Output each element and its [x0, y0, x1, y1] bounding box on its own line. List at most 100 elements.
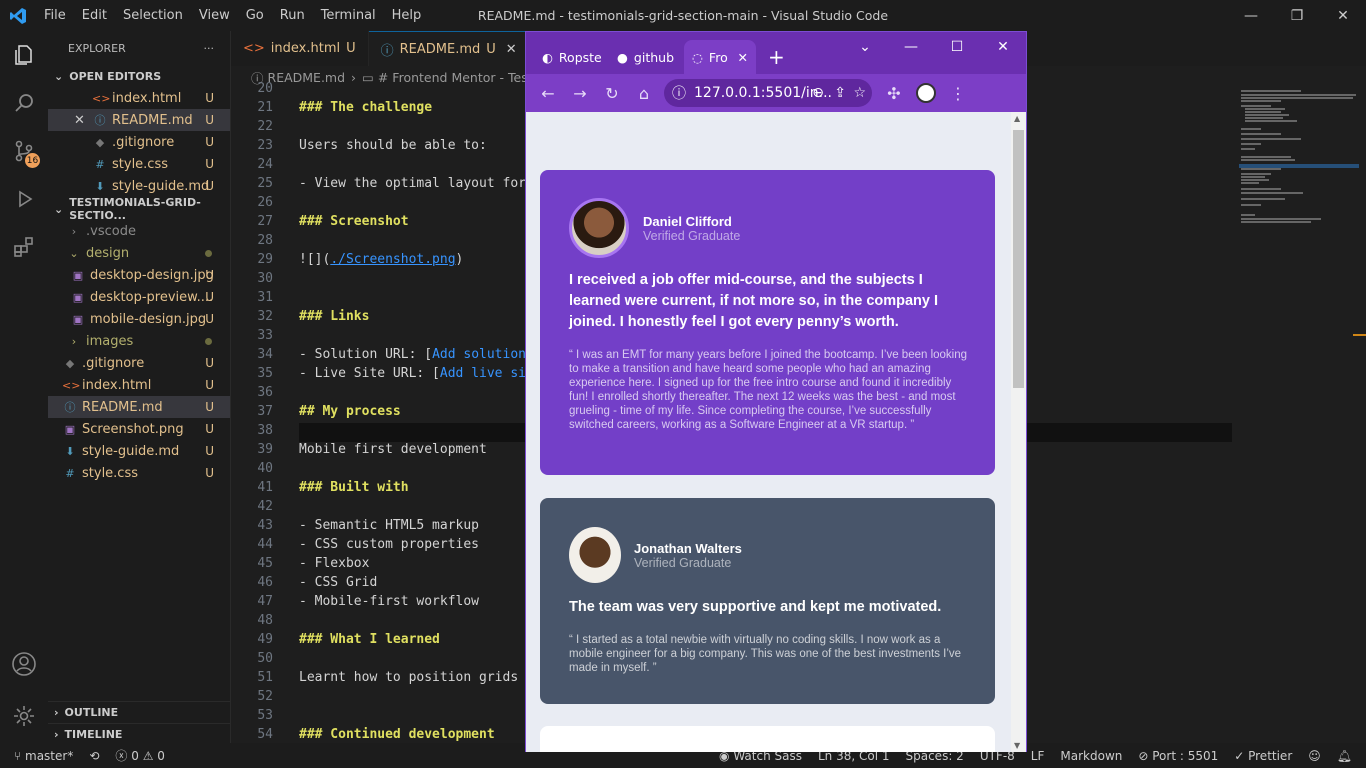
tree-file[interactable]: # style.css U: [48, 462, 230, 484]
site-info-icon[interactable]: ⓘ: [672, 83, 686, 103]
profile-avatar[interactable]: [910, 77, 942, 109]
close-editor-icon[interactable]: ✕: [74, 113, 92, 128]
end-of-line[interactable]: LF: [1023, 749, 1053, 763]
open-editor-item-active[interactable]: ✕ ⓘ README.md U: [48, 109, 230, 131]
tree-file[interactable]: ▣ Screenshot.png U: [48, 418, 230, 440]
open-editor-item[interactable]: ⬇ style-guide.md U: [48, 175, 230, 197]
tree-file[interactable]: ▣ mobile-design.jpg U: [48, 308, 230, 330]
menu-help[interactable]: Help: [384, 8, 430, 23]
notifications-bell-icon[interactable]: 🔔︎: [1329, 749, 1366, 763]
bookmark-star-icon[interactable]: ☆: [853, 85, 866, 101]
reload-icon[interactable]: ↻: [596, 77, 628, 109]
tree-folder[interactable]: › images: [48, 330, 230, 352]
line-number: 35: [257, 366, 273, 381]
tree-file[interactable]: ◆ .gitignore U: [48, 352, 230, 374]
menu-edit[interactable]: Edit: [74, 8, 115, 23]
sync-icon[interactable]: ⟲: [81, 749, 107, 763]
tab-status: U: [346, 41, 356, 56]
scroll-up-arrow-icon[interactable]: ▲: [1014, 114, 1020, 123]
restore-icon[interactable]: ❐: [1274, 0, 1320, 31]
minimap[interactable]: [1239, 88, 1361, 238]
author-name: Daniel Clifford: [643, 213, 732, 229]
search-icon[interactable]: [0, 79, 48, 127]
code-line: - Live Site URL: [Add live sit: [299, 366, 534, 381]
outline-section[interactable]: › OUTLINE: [48, 701, 230, 723]
markdown-file-icon: ⬇: [65, 444, 75, 458]
git-status: U: [205, 400, 214, 414]
menu-go[interactable]: Go: [238, 8, 272, 23]
close-tab-icon[interactable]: ✕: [506, 42, 517, 57]
home-icon[interactable]: ⌂: [628, 77, 660, 109]
extensions-puzzle-icon[interactable]: ✣: [878, 77, 910, 109]
address-bar[interactable]: ⓘ 127.0.0.1:5501/in... ⊖ ⇪ ☆: [664, 79, 872, 107]
back-arrow-icon[interactable]: ←: [532, 77, 564, 109]
browser-tab[interactable]: ● github: [609, 40, 684, 74]
breadcrumb-file[interactable]: README.md: [268, 70, 346, 85]
close-icon[interactable]: ✕: [1320, 0, 1366, 31]
html-file-icon: <>: [92, 91, 111, 105]
tree-file[interactable]: <> index.html U: [48, 374, 230, 396]
open-editor-item[interactable]: ◆ .gitignore U: [48, 131, 230, 153]
tree-file[interactable]: ▣ desktop-design.jpg U: [48, 264, 230, 286]
browser-tab[interactable]: ◐ Ropste: [534, 40, 609, 74]
prettier-item[interactable]: ✓ Prettier: [1226, 749, 1300, 763]
problems-item[interactable]: ⓧ 0 ⚠ 0: [107, 747, 173, 764]
live-server-item[interactable]: ⊘ Port : 5501: [1130, 749, 1226, 763]
chevron-right-icon: ›: [71, 224, 77, 238]
menu-terminal[interactable]: Terminal: [313, 8, 384, 23]
browser-scrollbar[interactable]: ▲ ▼: [1011, 112, 1026, 752]
explorer-sidebar: EXPLORER ··· ⌄ OPEN EDITORS <> index.html U…: [48, 31, 231, 743]
branch-item[interactable]: ⑂ master*: [0, 749, 81, 763]
minimize-icon[interactable]: —: [888, 32, 934, 62]
new-tab-plus-icon[interactable]: +: [756, 40, 797, 74]
more-actions-icon[interactable]: ···: [204, 42, 215, 55]
menu-run[interactable]: Run: [272, 8, 313, 23]
tree-file[interactable]: ⬇ style-guide.md U: [48, 440, 230, 462]
check-icon: ✓: [1234, 748, 1249, 763]
timeline-section[interactable]: › TIMELINE: [48, 723, 230, 745]
menu-file[interactable]: File: [36, 8, 74, 23]
minimize-icon[interactable]: —: [1228, 0, 1274, 31]
project-section[interactable]: ⌄ TESTIMONIALS-GRID-SECTIO...: [48, 196, 230, 222]
close-icon[interactable]: ✕: [980, 32, 1026, 62]
feedback-icon[interactable]: ☺: [1300, 749, 1329, 763]
folder-name: design: [86, 245, 130, 261]
browser-tab-active[interactable]: ◌ Fro ✕: [684, 40, 756, 74]
account-icon[interactable]: [0, 640, 48, 688]
tab-readme[interactable]: ⓘ README.md U ✕: [368, 31, 530, 66]
open-editors-section[interactable]: ⌄ OPEN EDITORS: [48, 65, 230, 87]
zoom-icon[interactable]: ⊖: [812, 85, 824, 101]
tree-folder[interactable]: › .vscode: [48, 220, 230, 242]
tab-search-chevron-icon[interactable]: ⌄: [842, 32, 888, 62]
file-name: style.css: [82, 465, 138, 481]
maximize-icon[interactable]: ☐: [934, 32, 980, 62]
testimonial-author: Daniel Clifford Verified Graduate: [569, 198, 740, 258]
gitignore-file-icon: ◆: [65, 356, 75, 370]
explorer-icon[interactable]: [0, 31, 48, 79]
tree-file-active[interactable]: ⓘ README.md U: [48, 396, 230, 418]
open-editor-item[interactable]: # style.css U: [48, 153, 230, 175]
settings-gear-icon[interactable]: [0, 692, 48, 740]
browser-menu-icon[interactable]: ⋮: [942, 77, 974, 109]
tree-folder[interactable]: ⌄ design: [48, 242, 230, 264]
run-debug-icon[interactable]: [0, 175, 48, 223]
tab-index-html[interactable]: <> index.html U: [231, 31, 369, 66]
open-editor-item[interactable]: <> index.html U: [48, 87, 230, 109]
forward-arrow-icon[interactable]: →: [564, 77, 596, 109]
tree-file[interactable]: ▣ desktop-preview.... U: [48, 286, 230, 308]
source-control-icon[interactable]: 16: [0, 127, 48, 175]
line-number: 48: [257, 613, 273, 628]
info-file-icon: ⓘ: [94, 114, 106, 127]
menu-view[interactable]: View: [191, 8, 238, 23]
menu-selection[interactable]: Selection: [115, 8, 191, 23]
close-tab-icon[interactable]: ✕: [738, 50, 748, 65]
scroll-down-arrow-icon[interactable]: ▼: [1014, 741, 1020, 750]
extensions-icon[interactable]: [0, 223, 48, 271]
window-controls: — ❐ ✕: [1228, 0, 1366, 31]
language-mode[interactable]: Markdown: [1052, 749, 1130, 763]
tab-label: README.md: [399, 41, 481, 57]
breadcrumb-symbol[interactable]: # Frontend Mentor - Testi: [378, 70, 536, 85]
share-icon[interactable]: ⇪: [834, 85, 846, 101]
scrollbar-thumb[interactable]: [1013, 130, 1024, 388]
markdown-file-icon: ⬇: [95, 179, 105, 193]
